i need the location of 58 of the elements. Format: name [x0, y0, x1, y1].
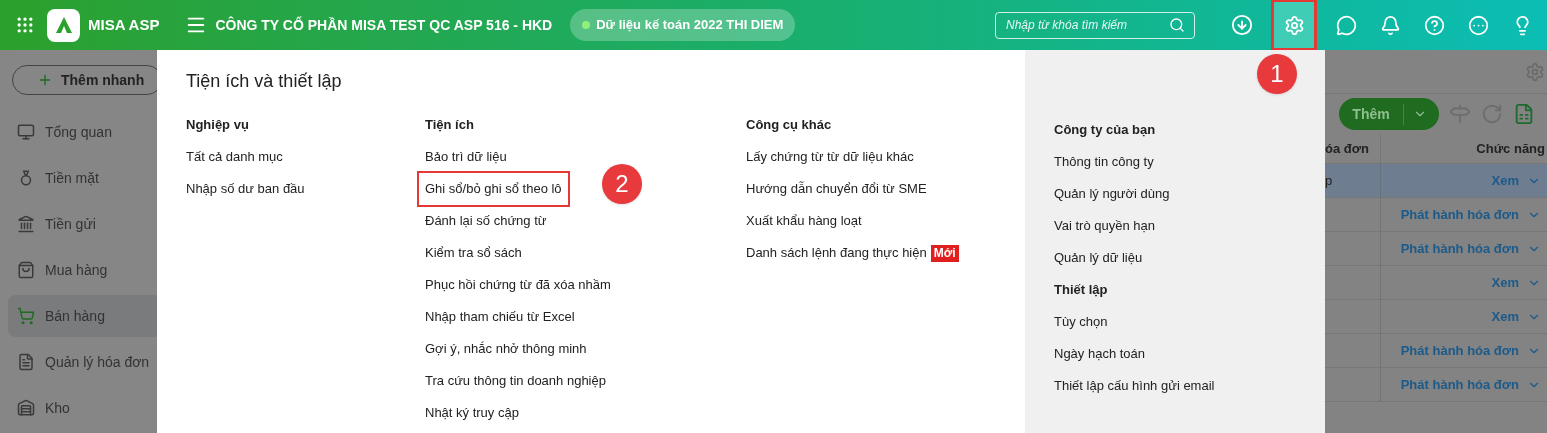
sidebar-item[interactable]: Mua hàng	[8, 249, 157, 291]
new-badge: Mới	[930, 244, 959, 262]
menu-link[interactable]: Phục hồi chứng từ đã xóa nhầm	[425, 275, 611, 295]
menu-link[interactable]: Tùy chọn	[1054, 312, 1108, 332]
company-name: CÔNG TY CỔ PHẦN MISA TEST QC ASP 516 - HKD	[215, 15, 553, 35]
brand-name: MISA ASP	[88, 14, 160, 35]
menu-link[interactable]: Đánh lại số chứng từ	[425, 211, 547, 231]
section-heading: Nghiệp vụ	[186, 116, 250, 135]
menu-link[interactable]: Quản lý người dùng	[1054, 184, 1170, 204]
menu-link[interactable]: Lấy chứng từ từ dữ liệu khác	[746, 147, 914, 167]
column-header: Chức năng	[1475, 139, 1546, 158]
menu-link[interactable]: Nhập số dư ban đầu	[186, 179, 305, 199]
menu-link[interactable]: Tất cả danh mục	[186, 147, 283, 167]
menu-link[interactable]: Tra cứu thông tin doanh nghiệp	[425, 371, 606, 391]
sidebar-item[interactable]: Tổng quan	[8, 111, 157, 153]
monitor-icon	[17, 123, 35, 141]
cart-icon	[17, 307, 35, 325]
search-icon	[1169, 16, 1185, 33]
bank-icon	[17, 215, 35, 233]
table-cell: p	[1325, 164, 1381, 197]
column-header: óa đơn	[1325, 134, 1381, 163]
settings-icon	[1283, 14, 1305, 36]
sidebar-item[interactable]: Kho	[8, 387, 157, 429]
table-row[interactable]: p Xem	[1325, 164, 1547, 198]
search-field[interactable]: Nhập từ khóa tìm kiếm	[995, 11, 1195, 39]
menu-link[interactable]: Danh sách lệnh đang thực hiện	[746, 243, 927, 263]
menu-link[interactable]: Thiết lập cấu hình gửi email	[1054, 376, 1215, 396]
document-icon	[17, 353, 35, 371]
menu-link[interactable]: Ngày hạch toán	[1054, 344, 1146, 364]
add-split-button[interactable]: Thêm	[1339, 98, 1439, 130]
menu-link[interactable]: Bảo trì dữ liệu	[425, 147, 507, 167]
plus-icon	[37, 72, 53, 88]
section-heading: Công cụ khác	[746, 116, 833, 135]
section-heading: Công ty của bạn	[1054, 121, 1157, 140]
sidebar-item[interactable]: Bán hàng	[8, 295, 157, 337]
menu-link[interactable]: Gợi ý, nhắc nhở thông minh	[425, 339, 587, 359]
section-heading: Thiết lập	[1054, 281, 1109, 300]
section-heading: Tiện ích	[425, 116, 475, 135]
settings-icon[interactable]	[1525, 61, 1545, 82]
data-status-pill[interactable]: Dữ liệu kế toán 2022 THI DIEM	[570, 9, 796, 41]
sidebar-item[interactable]: Quản lý hóa đơn	[8, 341, 157, 383]
menu-link[interactable]: Quản lý dữ liệu	[1054, 248, 1143, 268]
sidebar-item[interactable]: Tiền mặt	[8, 157, 157, 199]
logo-icon	[47, 8, 80, 42]
menu-link[interactable]: Kiểm tra sổ sách	[425, 243, 522, 263]
menu-link[interactable]: Nhật ký truy cập	[425, 403, 519, 423]
excel-icon[interactable]	[1513, 103, 1535, 125]
settings-button[interactable]	[1271, 0, 1317, 51]
sidebar-item[interactable]: Tiền gửi	[8, 203, 157, 245]
warehouse-icon	[17, 399, 35, 417]
menu-link[interactable]: Vai trò quyền hạn	[1054, 216, 1155, 236]
menu-link[interactable]: Thông tin công ty	[1054, 152, 1154, 172]
menu-link[interactable]: Hướng dẫn chuyển đổi từ SME	[746, 179, 927, 199]
shopping-bag-icon	[17, 261, 35, 279]
menu-link[interactable]: Ghi sổ/bỏ ghi sổ theo lô	[417, 171, 570, 207]
menu-link[interactable]: Nhập tham chiếu từ Excel	[425, 307, 575, 327]
menu-title: Tiện ích và thiết lập	[186, 70, 343, 93]
menu-link[interactable]: Xuất khẩu hàng loạt	[746, 211, 862, 231]
